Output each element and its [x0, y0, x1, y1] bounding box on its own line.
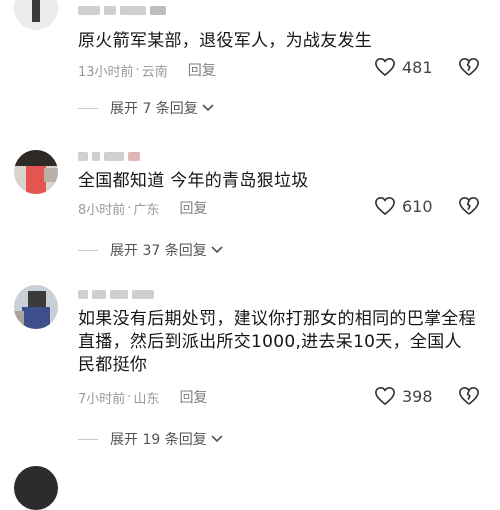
- dislike-button[interactable]: [458, 57, 480, 81]
- expand-label: 展开 7 条回复: [110, 101, 198, 117]
- reply-button[interactable]: 回复: [179, 198, 207, 218]
- like-count: 398: [402, 386, 433, 406]
- expand-replies[interactable]: 展开 37 条回复: [78, 240, 223, 260]
- comment-text: 原火箭军某部，退役军人，为战友发生: [78, 31, 373, 51]
- comment-meta: 13小时前 · 云南 回复: [78, 60, 216, 80]
- meta-separator: ·: [135, 62, 140, 78]
- comment-text: 如果没有后期处罚，建议你打那女的相同的巴掌全程直播，然后到派出所交1000,进去…: [78, 309, 476, 375]
- username-blurred[interactable]: [78, 152, 140, 162]
- username-blurred[interactable]: [78, 6, 166, 16]
- expand-divider: [78, 249, 98, 251]
- expand-replies[interactable]: 展开 7 条回复: [78, 98, 214, 118]
- heart-outline-icon: [375, 197, 395, 215]
- expand-label: 展开 19 条回复: [110, 432, 207, 448]
- comment-time: 8小时前: [78, 202, 126, 218]
- like-button[interactable]: 481: [374, 57, 433, 77]
- meta-separator: ·: [127, 389, 132, 405]
- like-button[interactable]: 610: [374, 196, 433, 216]
- chevron-down-icon: [211, 435, 223, 443]
- comment-meta: 7小时前 · 山东 回复: [78, 387, 207, 407]
- like-button[interactable]: 398: [374, 386, 433, 406]
- username-blurred[interactable]: [78, 290, 154, 300]
- broken-heart-icon: [459, 387, 479, 405]
- chevron-down-icon: [211, 246, 223, 254]
- broken-heart-icon: [459, 197, 479, 215]
- expand-divider: [78, 107, 98, 109]
- comment-time: 7小时前: [78, 391, 126, 407]
- heart-outline-icon: [375, 387, 395, 405]
- avatar[interactable]: [14, 0, 58, 30]
- avatar[interactable]: [14, 285, 58, 329]
- dislike-button[interactable]: [458, 196, 480, 220]
- expand-divider: [78, 438, 98, 440]
- comment-meta: 8小时前 · 广东 回复: [78, 198, 207, 218]
- broken-heart-icon: [459, 58, 479, 76]
- expand-label: 展开 37 条回复: [110, 243, 207, 259]
- reply-button[interactable]: 回复: [179, 387, 207, 407]
- like-count: 481: [402, 57, 433, 77]
- meta-separator: ·: [127, 200, 132, 216]
- comment-text: 全国都知道 今年的青岛狠垃圾: [78, 171, 309, 191]
- dislike-button[interactable]: [458, 386, 480, 410]
- comment-location: 山东: [133, 391, 160, 407]
- reply-button[interactable]: 回复: [188, 60, 216, 80]
- chevron-down-icon: [202, 104, 214, 112]
- heart-outline-icon: [375, 58, 395, 76]
- expand-replies[interactable]: 展开 19 条回复: [78, 429, 223, 449]
- comment-time: 13小时前: [78, 64, 134, 80]
- avatar[interactable]: [14, 150, 58, 194]
- comment-location: 广东: [133, 202, 160, 218]
- comment-location: 云南: [141, 64, 168, 80]
- like-count: 610: [402, 196, 433, 216]
